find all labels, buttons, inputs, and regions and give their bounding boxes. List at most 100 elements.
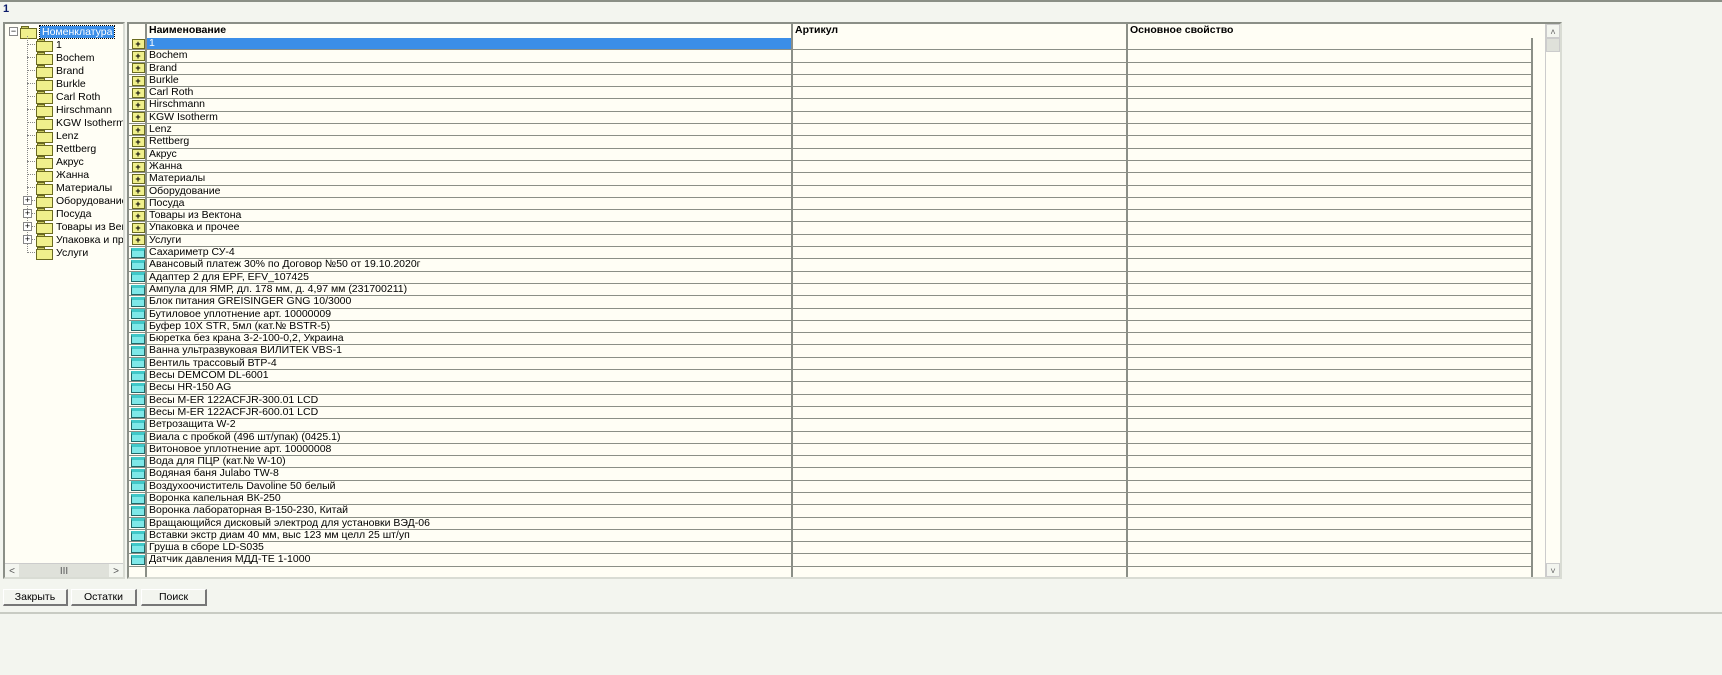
cell-property[interactable] (1128, 394, 1533, 406)
cell-article[interactable] (793, 74, 1128, 87)
cell-name[interactable]: Оборудование (147, 185, 793, 197)
cell-name[interactable]: Буфер 10X STR, 5мл (кат.№ BSTR-5) (147, 320, 793, 333)
cell-name[interactable]: Товары из Вектона (147, 210, 793, 222)
cell-article[interactable] (793, 38, 1128, 50)
cell-name[interactable]: Жанна (147, 160, 793, 173)
cell-article[interactable] (793, 210, 1128, 222)
cell-name[interactable]: KGW Isotherm (147, 111, 793, 124)
table-row[interactable]: + 1 (129, 38, 1533, 51)
scroll-thumb[interactable]: III (19, 564, 109, 577)
scroll-right-button[interactable]: > (109, 564, 123, 577)
table-row[interactable]: + Bochem (129, 50, 1533, 63)
tree-item[interactable]: KGW Isotherm (36, 116, 123, 130)
tree-item[interactable]: Акрус (36, 155, 84, 169)
cell-article[interactable] (793, 542, 1128, 554)
cell-article[interactable] (793, 492, 1128, 505)
cell-name[interactable]: Материалы (147, 173, 793, 185)
table-row[interactable]: Витоновое уплотнение арт. 10000008 (129, 443, 1533, 457)
cell-name[interactable]: Весы HR-150 AG (147, 382, 793, 394)
cell-property[interactable] (1128, 333, 1533, 345)
cell-property[interactable] (1128, 247, 1533, 259)
cell-property[interactable] (1128, 111, 1533, 124)
nomenclature-grid[interactable]: Наименование Артикул Основное свойство +… (127, 22, 1562, 579)
cell-name[interactable]: Бюретка без крана 3-2-100-0,2, Украина (147, 333, 793, 345)
cell-article[interactable] (793, 62, 1128, 74)
cell-property[interactable] (1128, 160, 1533, 173)
expand-icon[interactable]: + (23, 235, 32, 244)
stock-button[interactable]: Остатки (71, 589, 137, 606)
cell-name[interactable]: Воздухоочиститель Davoline 50 белый (147, 480, 793, 492)
cell-article[interactable] (793, 259, 1128, 271)
tree-horizontal-scrollbar[interactable]: < III > (5, 563, 123, 577)
table-row[interactable]: Ветрозащита W-2 (129, 419, 1533, 432)
table-row[interactable]: + Акрус (129, 148, 1533, 161)
table-row[interactable]: + Посуда (129, 197, 1533, 211)
table-row[interactable]: Бюретка без крана 3-2-100-0,2, Украина (129, 333, 1533, 346)
cell-property[interactable] (1128, 529, 1533, 542)
cell-article[interactable] (793, 197, 1128, 210)
cell-name[interactable]: Водяная баня Julabo TW-8 (147, 468, 793, 480)
table-row[interactable]: + Burkle (129, 74, 1533, 88)
table-row[interactable]: Блок питания GREISINGER GNG 10/3000 (129, 296, 1533, 309)
cell-property[interactable] (1128, 542, 1533, 554)
cell-property[interactable] (1128, 345, 1533, 357)
table-row[interactable]: Вставки экстр диам 40 мм, выс 123 мм цел… (129, 529, 1533, 543)
cell-name[interactable]: Весы M-ER 122ACFJR-600.01 LCD (147, 406, 793, 419)
cell-name[interactable]: Виала с пробкой (496 шт/упак) (0425.1) (147, 431, 793, 443)
cell-article[interactable] (793, 320, 1128, 333)
table-row[interactable]: Груша в сборе LD-S035 (129, 542, 1533, 555)
table-row[interactable]: + Упаковка и прочее (129, 222, 1533, 235)
table-row[interactable]: Весы DEMCOM DL-6001 (129, 370, 1533, 383)
table-row[interactable]: Авансовый платеж 30% по Договор №50 от 1… (129, 259, 1533, 272)
table-row[interactable]: Весы M-ER 122ACFJR-300.01 LCD (129, 394, 1533, 407)
table-row[interactable]: Воронка капельная ВК-250 (129, 492, 1533, 506)
cell-article[interactable] (793, 456, 1128, 468)
expand-icon[interactable]: + (23, 209, 32, 218)
cell-name[interactable]: Brand (147, 62, 793, 74)
cell-property[interactable] (1128, 197, 1533, 210)
cell-name[interactable]: Весы M-ER 122ACFJR-300.01 LCD (147, 394, 793, 406)
cell-article[interactable] (793, 333, 1128, 345)
table-row[interactable]: Виала с пробкой (496 шт/упак) (0425.1) (129, 431, 1533, 444)
collapse-icon[interactable]: − (9, 27, 18, 36)
category-tree[interactable]: − Номенклатура < III > 1 Bochem Brand Burkl… (3, 22, 125, 579)
cell-name[interactable]: Воронка лабораторная В-150-230, Китай (147, 505, 793, 517)
table-row[interactable]: + Жанна (129, 160, 1533, 174)
cell-name[interactable]: Посуда (147, 197, 793, 210)
cell-article[interactable] (793, 50, 1128, 62)
grid-vertical-scrollbar[interactable]: ˄ ˅ (1545, 24, 1560, 577)
cell-article[interactable] (793, 554, 1128, 566)
cell-article[interactable] (793, 529, 1128, 542)
table-row[interactable]: + Lenz (129, 124, 1533, 137)
cell-property[interactable] (1128, 87, 1533, 99)
cell-property[interactable] (1128, 222, 1533, 234)
cell-article[interactable] (793, 308, 1128, 320)
cell-property[interactable] (1128, 505, 1533, 517)
table-row[interactable]: + Carl Roth (129, 87, 1533, 100)
cell-property[interactable] (1128, 296, 1533, 308)
close-button[interactable]: Закрыть (3, 589, 68, 606)
cell-article[interactable] (793, 296, 1128, 308)
cell-property[interactable] (1128, 148, 1533, 160)
column-header-name[interactable]: Наименование (147, 24, 793, 38)
tree-item[interactable]: 1 (36, 38, 62, 52)
cell-article[interactable] (793, 99, 1128, 111)
cell-name[interactable]: Услуги (147, 234, 793, 247)
tree-item[interactable]: Bochem (36, 51, 95, 65)
table-row[interactable]: + Материалы (129, 173, 1533, 186)
tree-item[interactable]: Brand (36, 64, 84, 78)
cell-property[interactable] (1128, 492, 1533, 505)
cell-property[interactable] (1128, 271, 1533, 283)
cell-property[interactable] (1128, 517, 1533, 529)
cell-name[interactable]: Блок питания GREISINGER GNG 10/3000 (147, 296, 793, 308)
cell-name[interactable]: Груша в сборе LD-S035 (147, 542, 793, 554)
cell-property[interactable] (1128, 554, 1533, 566)
table-row[interactable]: Водяная баня Julabo TW-8 (129, 468, 1533, 481)
cell-property[interactable] (1128, 308, 1533, 320)
cell-name[interactable]: Сахариметр СУ-4 (147, 247, 793, 259)
cell-name[interactable]: Ветрозащита W-2 (147, 419, 793, 431)
cell-name[interactable]: 1 (147, 38, 793, 50)
cell-article[interactable] (793, 87, 1128, 99)
cell-name[interactable]: Вращающийся дисковый электрод для устано… (147, 517, 793, 529)
table-row[interactable]: + KGW Isotherm (129, 111, 1533, 125)
